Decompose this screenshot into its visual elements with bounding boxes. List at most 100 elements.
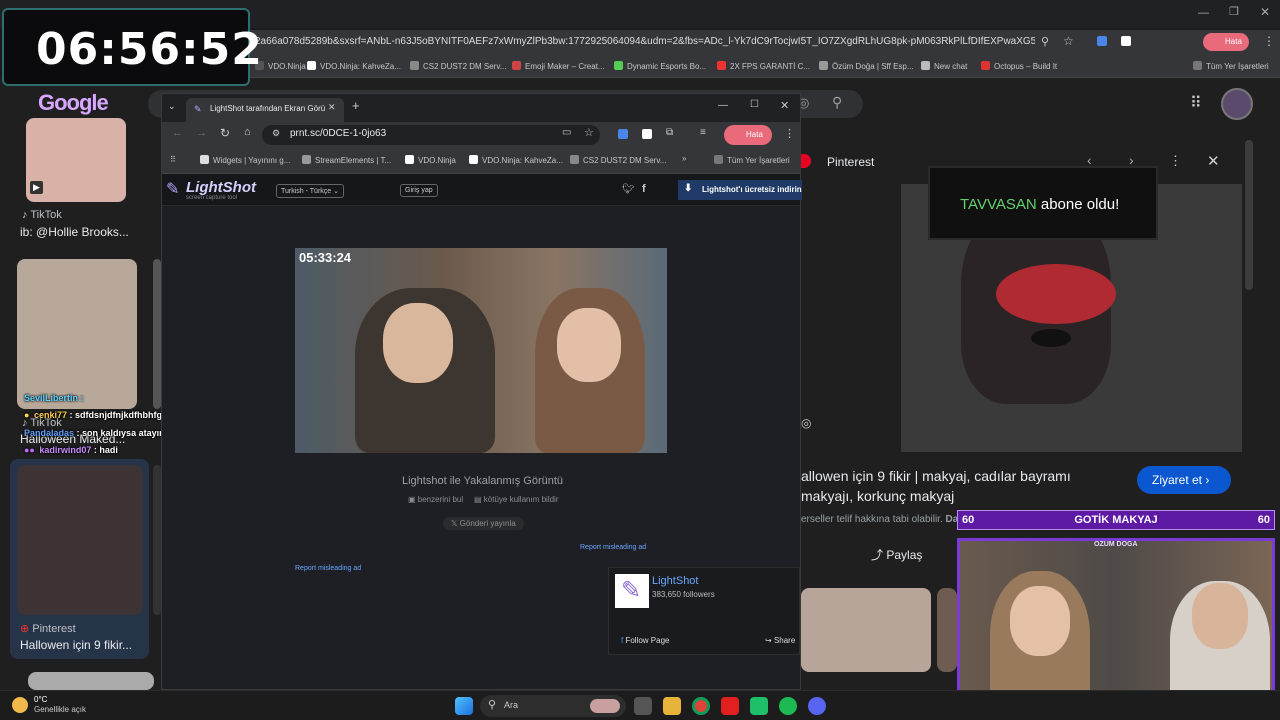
result-title[interactable]: ib: @Hollie Brooks...	[20, 225, 129, 239]
cam-label: ÖZÜM DOĞA	[1094, 541, 1138, 548]
bookmark-item[interactable]: Özüm Doğa | Sff Esp...	[819, 61, 914, 71]
twitter-icon[interactable]: 🐦︎	[622, 184, 635, 195]
extension-icon[interactable]	[1097, 36, 1107, 46]
facebook-icon[interactable]: f	[642, 183, 646, 195]
weather-icon[interactable]	[12, 697, 28, 713]
close-preview-icon[interactable]: ✕	[1207, 152, 1220, 170]
bookmark-item[interactable]: New chat	[921, 61, 967, 71]
apps-grid-icon[interactable]: ⠿	[1190, 93, 1202, 113]
avatar[interactable]	[1221, 88, 1253, 120]
bookmark-item[interactable]: Dynamic Esports Bo...	[614, 61, 706, 71]
task-view-icon[interactable]	[634, 697, 652, 715]
youtube-icon[interactable]	[721, 697, 739, 715]
tab-close-icon[interactable]: ✕	[328, 102, 336, 113]
result-thumbnail[interactable]	[153, 259, 161, 409]
result-thumbnail[interactable]	[17, 259, 137, 409]
star-icon[interactable]: ☆	[1063, 34, 1074, 48]
maximize-icon[interactable]: ☐	[750, 99, 759, 110]
extension-icon[interactable]	[1121, 36, 1131, 46]
bookmark-item[interactable]: Widgets | Yayınını g...	[200, 155, 290, 165]
login-button[interactable]: Giriş yap	[400, 184, 438, 197]
extension-icon[interactable]	[642, 129, 652, 139]
forward-icon[interactable]: →	[196, 127, 207, 139]
lightshot-logo[interactable]: LightShot	[186, 179, 256, 196]
result-title[interactable]: Hallowen için 9 fikir...	[20, 638, 132, 652]
menu-icon[interactable]: ⋮	[1263, 34, 1275, 48]
start-icon[interactable]	[455, 697, 473, 715]
taskbar-search[interactable]: ⚲ Ara	[480, 695, 626, 717]
cast-icon[interactable]: ▭	[562, 127, 571, 138]
menu-icon[interactable]: ⋮	[784, 127, 795, 140]
tab-lightshot[interactable]: ✎ LightShot tarafından Ekran Görü ✕	[186, 98, 344, 122]
discord-icon[interactable]	[808, 697, 826, 715]
bookmark-item[interactable]: VDO.Ninja: KahveZa...	[307, 61, 401, 71]
bookmark-item[interactable]: CS2 DUST2 DM Serv...	[570, 155, 666, 165]
fb-share-button[interactable]: ↪ Share	[765, 636, 795, 645]
puzzle-icon[interactable]: ⧉	[666, 127, 673, 138]
bookmark-item[interactable]: VDO.Ninja	[405, 155, 456, 165]
zoom-icon[interactable]: ⚲	[1041, 35, 1049, 48]
related-thumbnail[interactable]	[937, 588, 957, 672]
back-url-text[interactable]: 2a66a078d5289b&sxsrf=ANbL-n63J5oBYNITF0A…	[255, 36, 1035, 47]
result-thumbnail[interactable]	[153, 465, 161, 615]
visit-button[interactable]: Ziyaret et ›	[1137, 466, 1231, 494]
preview-title-line2[interactable]: makyajı, korkunç makyaj	[801, 488, 954, 504]
reload-icon[interactable]: ↻	[220, 126, 230, 140]
preview-source[interactable]: Pinterest	[827, 155, 874, 169]
fb-follow-button[interactable]: f Follow Page	[621, 636, 670, 645]
scrollbar[interactable]	[1245, 140, 1253, 290]
fb-page-logo[interactable]: ✎	[615, 574, 649, 608]
report-ad-link[interactable]: Report misleading ad	[295, 565, 361, 572]
media-icon[interactable]: ≡	[700, 127, 706, 138]
result-thumbnail[interactable]	[28, 672, 154, 690]
profile-button[interactable]: Hata	[724, 125, 772, 145]
fb-page-name[interactable]: LightShot	[652, 575, 698, 587]
download-button[interactable]: ⬇ Lightshot'ı ücretsiz indirin	[678, 180, 802, 200]
site-info-icon[interactable]: ⚙	[272, 128, 280, 139]
back-icon[interactable]: ←	[172, 127, 183, 139]
lens-icon[interactable]: ◎	[801, 416, 811, 430]
chrome-icon[interactable]	[692, 697, 710, 715]
tweet-button[interactable]: 𝕏 Gönderi yayınla	[443, 517, 524, 530]
similar-link[interactable]: ▣ benzerini bul	[408, 495, 463, 504]
search-icon[interactable]: ⚲	[832, 94, 842, 111]
language-select[interactable]: Turkish - Türkçe ⌄	[276, 184, 344, 198]
back-address-bar[interactable]: 2a66a078d5289b&sxsrf=ANbL-n63J5oBYNITF0A…	[245, 30, 1280, 56]
google-logo[interactable]: Google	[38, 90, 109, 116]
front-url-text[interactable]: prnt.sc/0DCE-1-0jo63	[290, 128, 386, 139]
tab-list-icon[interactable]: ⌄	[168, 101, 176, 112]
more-options-icon[interactable]: ⋮	[1169, 153, 1182, 169]
extension-icon[interactable]	[618, 129, 628, 139]
result-thumbnail[interactable]	[17, 465, 143, 615]
bookmark-item[interactable]: CS2 DUST2 DM Serv...	[410, 61, 506, 71]
report-ad-link[interactable]: Report misleading ad	[580, 544, 646, 551]
minimize-icon[interactable]: —	[718, 100, 728, 111]
profile-button[interactable]: Hata	[1203, 33, 1249, 51]
home-icon[interactable]: ⌂	[244, 126, 251, 138]
related-thumbnail[interactable]	[801, 588, 931, 672]
bookmark-item[interactable]: VDO.Ninja: KahveZa...	[469, 155, 563, 165]
restore-icon[interactable]: ❐	[1229, 5, 1239, 18]
close-icon[interactable]: ✕	[1260, 5, 1270, 19]
all-bookmarks[interactable]: Tüm Yer İşaretleri	[1193, 61, 1269, 71]
file-explorer-icon[interactable]	[663, 697, 681, 715]
more-bookmarks-icon[interactable]: »	[682, 154, 686, 163]
all-bookmarks[interactable]: Tüm Yer İşaretleri	[714, 155, 790, 165]
weather-temp[interactable]: 0°C	[34, 695, 47, 704]
weather-desc[interactable]: Genellikle açık	[34, 705, 86, 714]
chat-app-icon[interactable]	[750, 697, 768, 715]
close-icon[interactable]: ✕	[780, 99, 789, 112]
bookmark-item[interactable]: Octopus – Build It	[981, 61, 1057, 71]
star-icon[interactable]: ☆	[584, 126, 594, 139]
bookmark-item[interactable]: Emoji Maker – Creat...	[512, 61, 605, 71]
apps-icon[interactable]: ⠿	[170, 155, 176, 164]
bookmark-item[interactable]: 2X FPS GARANTİ C...	[717, 61, 810, 71]
minimize-icon[interactable]: —	[1198, 7, 1209, 19]
new-tab-icon[interactable]: +	[352, 98, 360, 113]
report-abuse-link[interactable]: ▤ kötüye kullanım bildir	[474, 495, 558, 504]
share-button[interactable]: ⤴ Paylaş	[871, 546, 922, 563]
bookmark-item[interactable]: StreamElements | T...	[302, 155, 391, 165]
screenshot-image[interactable]: 05:33:24	[295, 248, 667, 453]
preview-title-line1[interactable]: allowen için 9 fikir | makyaj, cadılar b…	[801, 468, 1071, 484]
spotify-icon[interactable]	[779, 697, 797, 715]
